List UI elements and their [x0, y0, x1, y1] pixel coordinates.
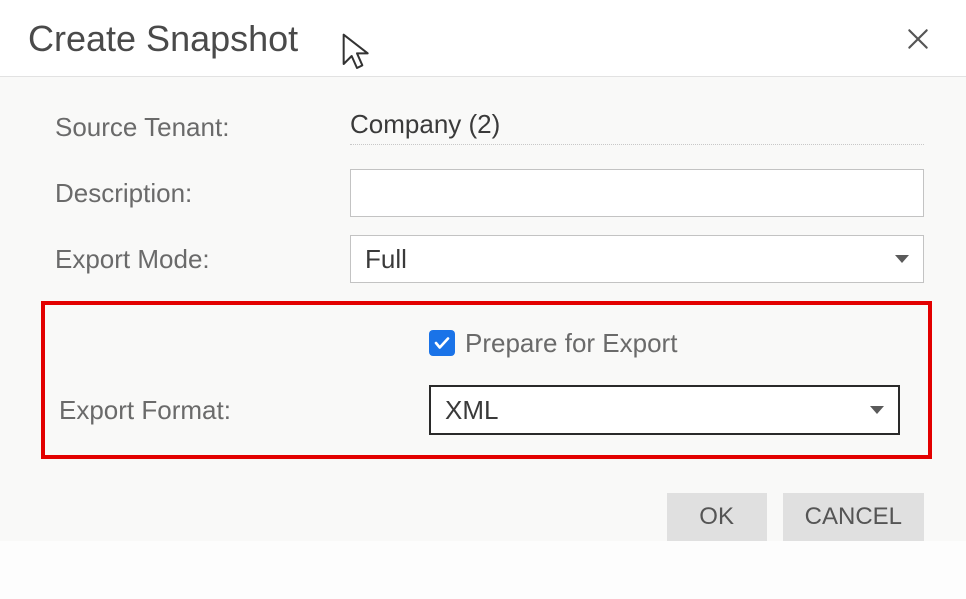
description-input[interactable]	[350, 169, 924, 217]
export-format-select[interactable]: XML	[429, 385, 900, 435]
export-format-value: XML	[445, 395, 498, 426]
dialog-body: Source Tenant: Company (2) Description: …	[0, 77, 966, 469]
dialog-header: Create Snapshot	[0, 0, 966, 77]
export-mode-row: Export Mode: Full	[55, 235, 924, 283]
description-row: Description:	[55, 169, 924, 217]
chevron-down-icon	[870, 406, 884, 414]
prepare-for-export-checkbox[interactable]	[429, 330, 455, 356]
chevron-down-icon	[895, 255, 909, 263]
source-tenant-value: Company (2)	[350, 109, 924, 145]
check-icon	[433, 334, 451, 352]
source-tenant-row: Source Tenant: Company (2)	[55, 103, 924, 151]
export-format-label: Export Format:	[59, 395, 429, 426]
dialog-title: Create Snapshot	[28, 18, 298, 60]
prepare-for-export-row: Prepare for Export	[59, 319, 900, 367]
ok-button[interactable]: OK	[667, 493, 767, 541]
dialog-footer: OK CANCEL	[0, 469, 966, 541]
close-button[interactable]	[898, 19, 938, 59]
description-label: Description:	[55, 178, 350, 209]
export-mode-label: Export Mode:	[55, 244, 350, 275]
export-format-row: Export Format: XML	[59, 385, 900, 435]
prepare-for-export-checkbox-wrap[interactable]: Prepare for Export	[429, 328, 900, 359]
export-section-highlight: Prepare for Export Export Format: XML	[41, 301, 932, 459]
create-snapshot-dialog: Create Snapshot Source Tenant: Company (…	[0, 0, 966, 599]
export-mode-select[interactable]: Full	[350, 235, 924, 283]
export-mode-value: Full	[365, 244, 407, 275]
close-icon	[905, 26, 931, 52]
prepare-for-export-label: Prepare for Export	[465, 328, 677, 359]
source-tenant-label: Source Tenant:	[55, 112, 350, 143]
cancel-button[interactable]: CANCEL	[783, 493, 924, 541]
